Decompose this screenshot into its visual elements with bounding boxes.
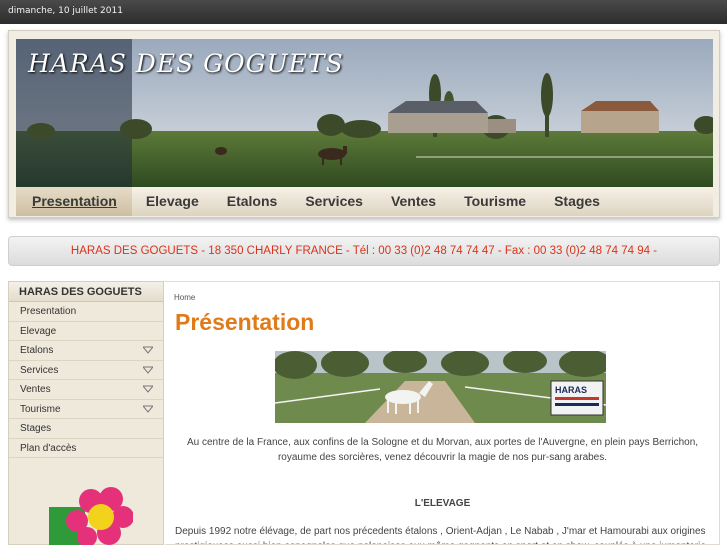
elevage-paragraph: Depuis 1992 notre élévage, de part nos p… [175, 526, 706, 544]
site-header: HARAS DES GOGUETS Presentation Elevage E… [8, 30, 720, 218]
sidebar-item-label: Services [20, 364, 59, 376]
chevron-down-icon[interactable] [143, 366, 153, 374]
breadcrumb[interactable]: Home [174, 293, 195, 302]
main-nav: Presentation Elevage Etalons Services Ve… [16, 187, 713, 216]
sidebar-item-label: Etalons [20, 345, 54, 356]
header-banner-image: HARAS DES GOGUETS [16, 39, 713, 187]
nav-etalons[interactable]: Etalons [213, 187, 292, 216]
page-title: Présentation [175, 309, 315, 335]
sidebar-item-tourisme[interactable]: Tourisme [9, 400, 163, 419]
intro-paragraph: Au centre de la France, aux confins de l… [186, 437, 699, 463]
top-date-bar: dimanche, 10 juillet 2011 [0, 0, 727, 24]
section-heading: L'ELEVAGE [414, 498, 471, 509]
sidebar-item-stages[interactable]: Stages [9, 419, 163, 439]
sidebar-item-label: Ventes [20, 384, 51, 395]
sidebar-item-etalons[interactable]: Etalons [9, 341, 163, 361]
nav-tourisme[interactable]: Tourisme [450, 187, 540, 216]
sidebar-item-label: Presentation [20, 306, 77, 317]
photo-sign-text: HARAS [555, 385, 587, 395]
sidebar-item-label: Elevage [20, 325, 57, 337]
chevron-down-icon[interactable] [143, 346, 153, 354]
sidebar-item-services[interactable]: Services [9, 361, 163, 380]
sidebar-item-elevage[interactable]: Elevage [9, 322, 163, 341]
chevron-down-icon[interactable] [143, 385, 153, 393]
sidebar-title: HARAS DES GOGUETS [9, 282, 163, 302]
nav-stages[interactable]: Stages [540, 187, 614, 216]
sidebar-item-ventes[interactable]: Ventes [9, 380, 163, 400]
site-title: HARAS DES GOGUETS [28, 49, 344, 78]
flower-logo-icon [49, 487, 133, 545]
nav-elevage[interactable]: Elevage [132, 187, 213, 216]
sidebar-item-label: Stages [20, 423, 52, 434]
contact-info-bar: HARAS DES GOGUETS - 18 350 CHARLY FRANCE… [8, 236, 720, 266]
sidebar-item-presentation[interactable]: Presentation [9, 302, 163, 322]
chevron-down-icon[interactable] [143, 405, 153, 413]
nav-services[interactable]: Services [291, 187, 377, 216]
nav-presentation[interactable]: Presentation [16, 187, 132, 216]
nav-ventes[interactable]: Ventes [377, 187, 450, 216]
sidebar-item-plan-acces[interactable]: Plan d'accès [9, 439, 163, 458]
main-content: Home Présentation HARAS Au centre de la … [165, 281, 720, 545]
sidebar-item-label: Tourisme [20, 403, 61, 415]
sidebar-menu: HARAS DES GOGUETS Presentation Elevage E… [8, 281, 164, 545]
presentation-photo: HARAS [275, 351, 606, 423]
current-date: dimanche, 10 juillet 2011 [8, 6, 123, 16]
sidebar-item-label: Plan d'accès [20, 442, 77, 454]
